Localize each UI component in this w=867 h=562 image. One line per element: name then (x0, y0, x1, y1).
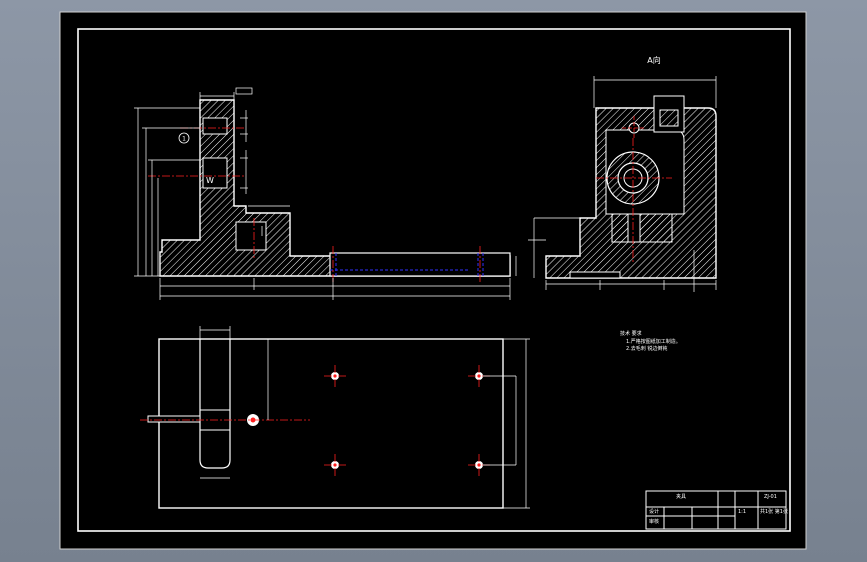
title-block-code: ZJ-01 (764, 494, 777, 500)
side-view-label: A向 (647, 55, 660, 65)
title-block-designer: 设计 (649, 509, 660, 515)
side-base-foot (569, 271, 621, 279)
technical-note-1: 1.严格按图纸加工制造。 (626, 339, 681, 345)
side-lower-hole (627, 213, 641, 243)
top-view[interactable] (140, 326, 530, 509)
technical-note-2: 2.去毛刺 锐边倒钝 (626, 346, 668, 352)
top-view-plate (158, 338, 504, 509)
front-top-slot (202, 117, 228, 135)
title-block-scale: 1:1 (738, 509, 747, 515)
title-block-sheet: 共1张 第1张 (760, 509, 788, 515)
title-block-name: 夹具 (676, 494, 687, 500)
side-top-slot (659, 109, 679, 127)
section-marker-number: 1 (182, 136, 186, 143)
section-letter: W (206, 176, 214, 185)
cad-drawing-canvas[interactable]: 1 W A向 (0, 0, 867, 562)
technical-notes-heading: 技术 要求 (620, 331, 642, 337)
title-block-checker: 审核 (649, 519, 660, 525)
top-view-pin (147, 415, 201, 423)
front-pocket (235, 221, 267, 251)
side-lower-web (611, 213, 673, 243)
